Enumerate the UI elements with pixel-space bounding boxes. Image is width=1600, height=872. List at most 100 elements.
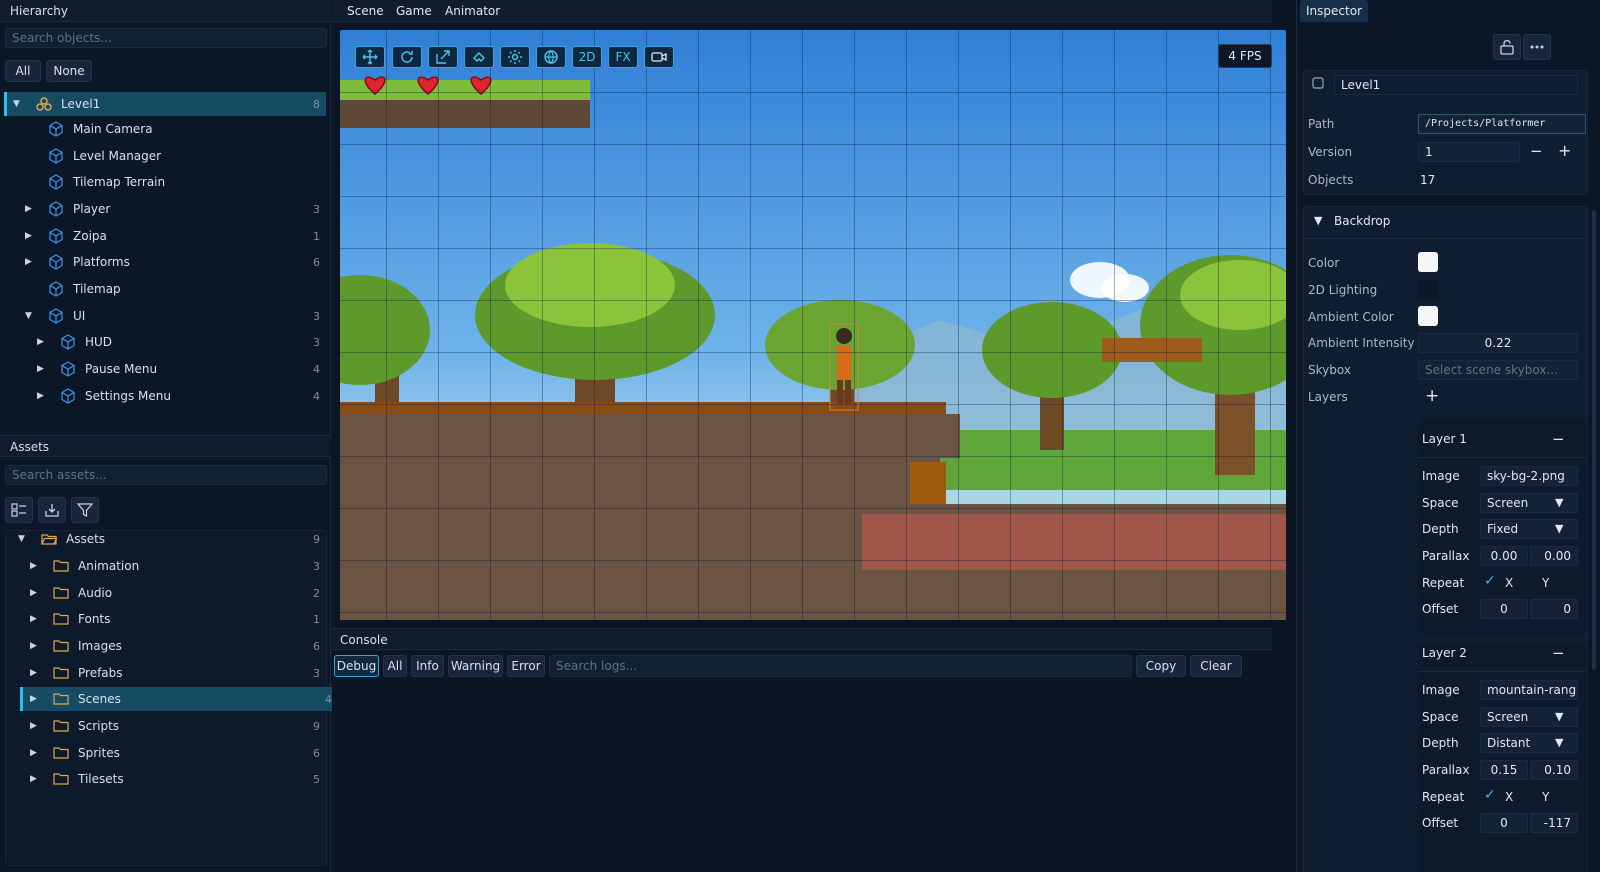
filter-button[interactable] [71, 497, 99, 523]
parallax-x-input[interactable]: 0.00 [1480, 546, 1528, 566]
hierarchy-item-level-manager[interactable]: Level Manager [4, 144, 326, 168]
parallax-y-input[interactable]: 0.00 [1530, 546, 1578, 566]
filter-all-button[interactable]: All [383, 655, 407, 677]
repeat-x-checkbox[interactable]: ✓ [1484, 787, 1496, 803]
ambient-color-swatch[interactable] [1418, 306, 1438, 326]
lock-button[interactable] [1493, 34, 1521, 60]
asset-folder-scripts[interactable]: ▶ Scripts 9 [4, 714, 326, 738]
hierarchy-item-player[interactable]: ▶ Player 3 [4, 197, 326, 221]
asset-folder-tilesets[interactable]: ▶ Tilesets 5 [4, 767, 326, 791]
inspector-scrollbar[interactable] [1592, 210, 1596, 670]
expand-arrow-icon[interactable]: ▶ [30, 721, 37, 731]
parallax-y-input[interactable]: 0.10 [1530, 760, 1578, 780]
expand-arrow-icon[interactable]: ▶ [37, 391, 44, 401]
offset-y-input[interactable]: 0 [1530, 599, 1578, 619]
console-search-input[interactable]: Search logs... [549, 655, 1132, 677]
offset-x-input[interactable]: 0 [1480, 599, 1528, 619]
parallax-x-input[interactable]: 0.15 [1480, 760, 1528, 780]
collapse-arrow-icon[interactable]: ▼ [25, 311, 32, 321]
repeat-x-checkbox[interactable]: ✓ [1484, 573, 1496, 589]
hierarchy-item-level1[interactable]: ▼ Level1 8 [4, 92, 326, 116]
menu-animator[interactable]: Animator [445, 4, 500, 18]
filter-error-button[interactable]: Error [507, 655, 545, 677]
backdrop-collapse-icon[interactable]: ▼ [1314, 214, 1322, 227]
offset-y-input[interactable]: -117 [1530, 813, 1578, 833]
expand-arrow-icon[interactable]: ▶ [30, 588, 37, 598]
expand-arrow-icon[interactable]: ▶ [37, 364, 44, 374]
collapse-arrow-icon[interactable]: ▼ [13, 99, 20, 109]
global-space-button[interactable] [536, 46, 566, 68]
select-all-button[interactable]: All [5, 60, 41, 82]
hierarchy-search-input[interactable]: Search objects... [5, 28, 327, 48]
expand-arrow-icon[interactable]: ▶ [30, 614, 37, 624]
expand-arrow-icon[interactable]: ▶ [25, 257, 32, 267]
expand-arrow-icon[interactable]: ▶ [30, 694, 37, 704]
collapse-arrow-icon[interactable]: ▼ [18, 534, 25, 544]
asset-folder-assets[interactable]: ▼ Assets 9 [4, 527, 326, 551]
hierarchy-item-zoipa[interactable]: ▶ Zoipa 1 [4, 224, 326, 248]
remove-layer-button[interactable]: − [1552, 644, 1565, 662]
add-layer-button[interactable]: + [1425, 386, 1439, 406]
hierarchy-item-tilemap-terrain[interactable]: Tilemap Terrain [4, 170, 326, 194]
console-clear-button[interactable]: Clear [1190, 655, 1242, 677]
ambient-intensity-input[interactable]: 0.22 [1418, 333, 1578, 353]
asset-folder-scenes[interactable]: ▶ Scenes 4 [20, 687, 338, 711]
more-options-button[interactable] [1523, 34, 1551, 60]
asset-folder-animation[interactable]: ▶ Animation 3 [4, 554, 326, 578]
assets-search-input[interactable]: Search assets... [5, 465, 327, 485]
offset-x-input[interactable]: 0 [1480, 813, 1528, 833]
expand-arrow-icon[interactable]: ▶ [30, 774, 37, 784]
scene-viewport[interactable]: 2D FX 4 FPS [340, 30, 1286, 620]
hierarchy-item-pause-menu[interactable]: ▶ Pause Menu 4 [4, 357, 326, 381]
expand-arrow-icon[interactable]: ▶ [25, 204, 32, 214]
asset-folder-sprites[interactable]: ▶ Sprites 6 [4, 741, 326, 765]
color-swatch[interactable] [1418, 252, 1438, 272]
hierarchy-item-settings-menu[interactable]: ▶ Settings Menu 4 [4, 384, 326, 408]
menu-scene[interactable]: Scene [347, 4, 384, 18]
console-log-area[interactable] [332, 650, 1272, 872]
expand-arrow-icon[interactable]: ▶ [25, 231, 32, 241]
remove-layer-button[interactable]: − [1552, 430, 1565, 448]
expand-arrow-icon[interactable]: ▶ [37, 337, 44, 347]
camera-button[interactable] [644, 46, 674, 68]
hierarchy-item-hud[interactable]: ▶ HUD 3 [4, 330, 326, 354]
import-button[interactable] [38, 497, 66, 523]
hierarchy-item-tilemap[interactable]: Tilemap [4, 277, 326, 301]
asset-folder-audio[interactable]: ▶ Audio 2 [4, 581, 326, 605]
filter-warning-button[interactable]: Warning [448, 655, 503, 677]
hierarchy-item-ui[interactable]: ▼ UI 3 [4, 304, 326, 328]
menu-game[interactable]: Game [396, 4, 432, 18]
snap-tool-button[interactable] [464, 46, 494, 68]
select-none-button[interactable]: None [46, 60, 92, 82]
hierarchy-item-platforms[interactable]: ▶ Platforms 6 [4, 250, 326, 274]
move-tool-button[interactable] [355, 46, 385, 68]
repeat-y-checkbox-label[interactable]: Y [1542, 790, 1549, 804]
expand-arrow-icon[interactable]: ▶ [30, 641, 37, 651]
version-decrement-button[interactable]: − [1530, 142, 1543, 160]
lighting-2d-toggle[interactable] [1418, 279, 1438, 299]
list-view-button[interactable] [5, 497, 33, 523]
expand-arrow-icon[interactable]: ▶ [30, 748, 37, 758]
tab-inspector[interactable]: Inspector [1300, 0, 1368, 22]
version-input[interactable]: 1 [1418, 142, 1520, 162]
expand-arrow-icon[interactable]: ▶ [30, 561, 37, 571]
asset-folder-fonts[interactable]: ▶ Fonts 1 [4, 607, 326, 631]
filter-info-button[interactable]: Info [411, 655, 444, 677]
scale-tool-button[interactable] [428, 46, 458, 68]
asset-folder-images[interactable]: ▶ Images 6 [4, 634, 326, 658]
layer-image-input[interactable]: sky-bg-2.png [1480, 466, 1578, 486]
console-copy-button[interactable]: Copy [1136, 655, 1186, 677]
object-name-input[interactable]: Level1 [1334, 75, 1578, 95]
asset-folder-prefabs[interactable]: ▶ Prefabs 3 [4, 661, 326, 685]
skybox-select[interactable]: Select scene skybox... [1418, 360, 1578, 380]
filter-debug-button[interactable]: Debug [334, 655, 379, 677]
toggle-2d-button[interactable]: 2D [572, 46, 602, 68]
repeat-y-checkbox-label[interactable]: Y [1542, 576, 1549, 590]
version-increment-button[interactable]: + [1558, 141, 1571, 160]
layer-image-input[interactable]: mountain-rang [1480, 680, 1578, 700]
path-input[interactable]: /Projects/Platformer [1418, 114, 1586, 134]
settings-tool-button[interactable] [500, 46, 530, 68]
expand-arrow-icon[interactable]: ▶ [30, 668, 37, 678]
hierarchy-item-main-camera[interactable]: Main Camera [4, 117, 326, 141]
rotate-tool-button[interactable] [392, 46, 422, 68]
